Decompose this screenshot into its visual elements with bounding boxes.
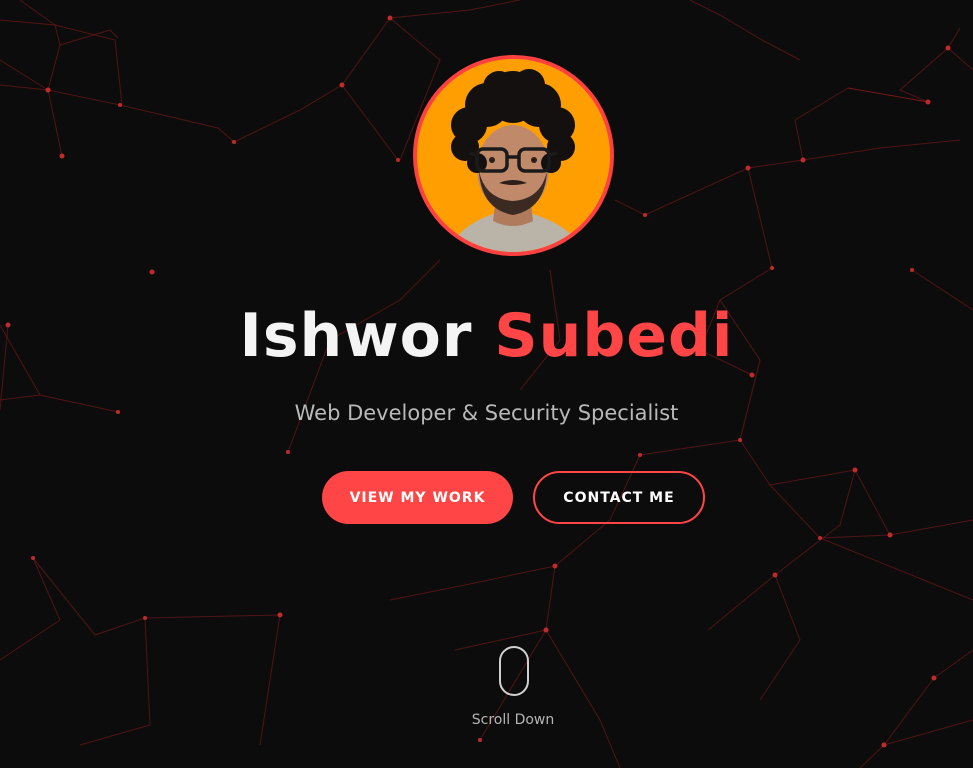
profile-avatar	[413, 55, 614, 256]
profile-photo-image	[417, 59, 610, 252]
hero-subtitle: Web Developer & Security Specialist	[294, 401, 679, 425]
mouse-scroll-icon[interactable]	[499, 646, 529, 696]
contact-me-button[interactable]: CONTACT ME	[533, 471, 705, 524]
name-last: Subedi	[494, 301, 734, 371]
hero-section: Ishwor Subedi Web Developer & Security S…	[0, 0, 973, 768]
name-first: Ishwor	[239, 301, 473, 371]
hero-name: Ishwor Subedi	[0, 294, 973, 378]
scroll-down-label[interactable]: Scroll Down	[413, 710, 613, 730]
view-my-work-button[interactable]: VIEW MY WORK	[322, 471, 513, 524]
